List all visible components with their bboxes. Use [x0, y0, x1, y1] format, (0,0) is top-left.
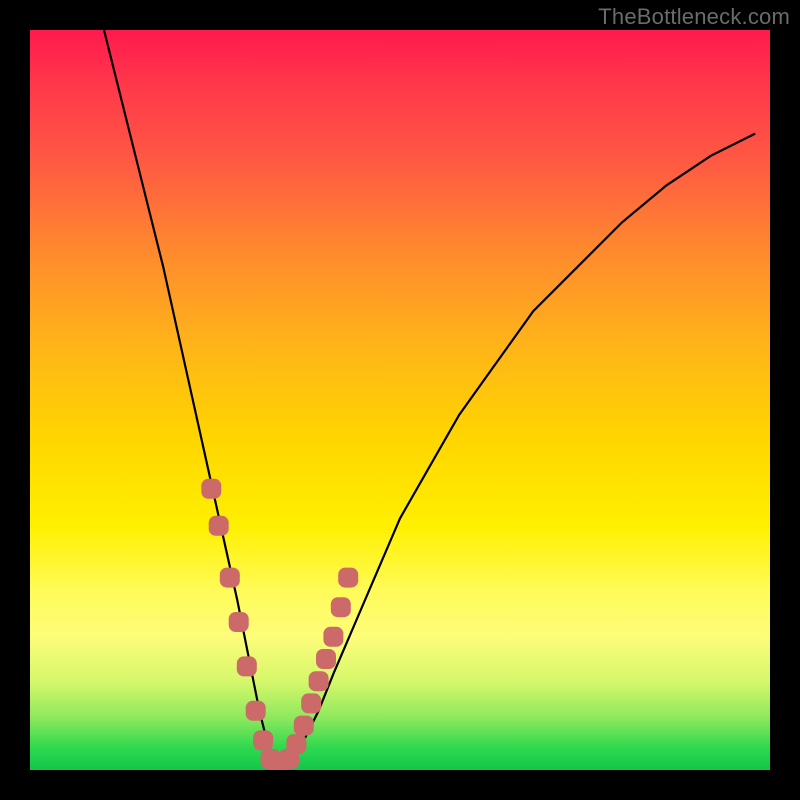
chart-svg: [30, 30, 770, 770]
data-marker: [286, 734, 306, 754]
data-marker: [253, 730, 273, 750]
data-marker: [220, 568, 240, 588]
data-marker: [246, 701, 266, 721]
bottleneck-curve: [104, 30, 755, 766]
chart-frame: TheBottleneck.com: [0, 0, 800, 800]
data-marker: [316, 649, 336, 669]
marker-group: [201, 479, 358, 770]
plot-area: [30, 30, 770, 770]
data-marker: [229, 612, 249, 632]
data-marker: [301, 693, 321, 713]
watermark-text: TheBottleneck.com: [598, 4, 790, 30]
data-marker: [201, 479, 221, 499]
data-marker: [209, 516, 229, 536]
data-marker: [294, 716, 314, 736]
data-marker: [338, 568, 358, 588]
data-marker: [331, 597, 351, 617]
data-marker: [309, 671, 329, 691]
data-marker: [323, 627, 343, 647]
data-marker: [237, 656, 257, 676]
